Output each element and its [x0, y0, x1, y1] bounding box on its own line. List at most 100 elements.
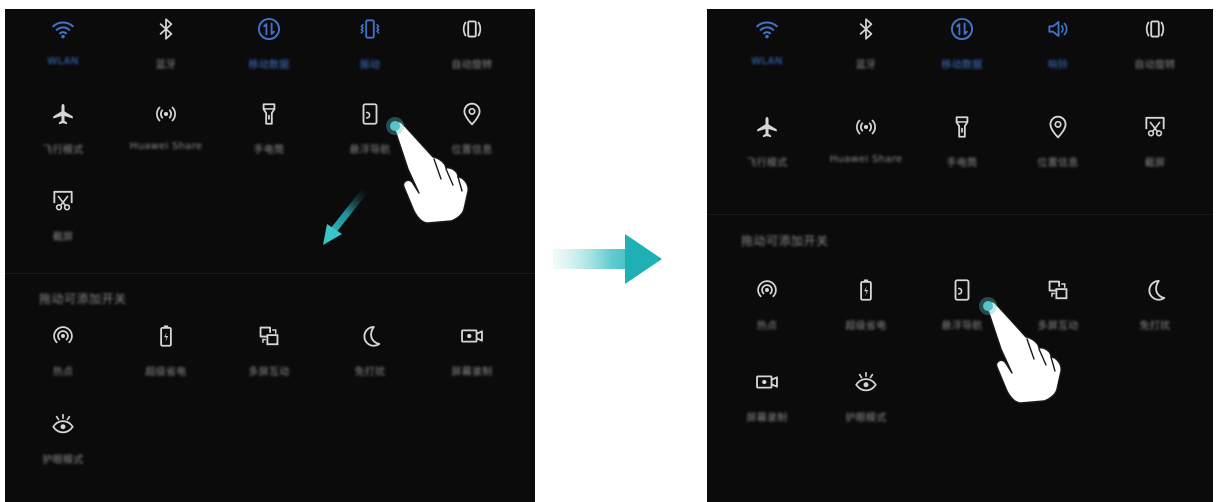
toggle-eye-comfort[interactable]: 护眼模式: [816, 367, 916, 431]
flashlight-icon: [949, 112, 975, 142]
toggle-label: 超级省电: [145, 367, 187, 378]
toggle-vibrate[interactable]: 振动: [320, 14, 420, 78]
toggle-auto-rotate[interactable]: 自动旋转: [422, 14, 522, 78]
toggle-do-not-disturb[interactable]: 免打扰: [1105, 275, 1205, 339]
toggle-airplane-mode[interactable]: 飞行模式: [717, 112, 817, 176]
toggle-label: 飞行模式: [746, 158, 788, 169]
toggle-screen-record[interactable]: 屏幕录制: [717, 367, 817, 431]
toggle-label: 护眼模式: [42, 455, 84, 466]
toggle-label: 自动旋转: [451, 60, 493, 71]
airplane-icon: [754, 112, 780, 142]
toggle-label: 自动旋转: [1134, 60, 1176, 71]
toggle-label: Huawei Share: [829, 154, 903, 165]
do-not-disturb-icon: [1142, 275, 1168, 305]
drag-to-add-title: 拖动可添加开关: [741, 234, 829, 248]
toggle-mobile-data[interactable]: 移动数据: [219, 14, 319, 78]
toggle-label: 免打扰: [1139, 321, 1171, 332]
toggle-bluetooth[interactable]: 蓝牙: [116, 14, 216, 78]
toggle-label: 多屏互动: [248, 367, 290, 378]
toggle-airplane-mode[interactable]: 飞行模式: [13, 99, 113, 163]
section-divider: [5, 273, 535, 274]
huawei-share-icon: [853, 112, 879, 142]
toggle-label: 响铃: [1047, 60, 1069, 71]
airplane-icon: [50, 99, 76, 129]
huawei-share-icon: [153, 99, 179, 129]
quick-settings-panel-before: WLAN 蓝牙 移动数据 振动 自动旋转 飞行模式 Huawei Share 手…: [5, 9, 535, 502]
toggle-label: 移动数据: [248, 60, 290, 71]
toggle-hotspot[interactable]: 热点: [717, 275, 817, 339]
toggle-label: WLAN: [47, 56, 79, 67]
toggle-bluetooth[interactable]: 蓝牙: [816, 14, 916, 78]
toggle-eye-comfort[interactable]: 护眼模式: [13, 409, 113, 473]
toggle-label: 位置信息: [1037, 158, 1079, 169]
screenshot-icon: [1142, 112, 1168, 142]
toggle-power-saving[interactable]: 超级省电: [116, 321, 216, 385]
toggle-floating-dock[interactable]: 悬浮导航: [912, 275, 1012, 339]
toggle-power-saving[interactable]: 超级省电: [816, 275, 916, 339]
toggle-hotspot[interactable]: 热点: [13, 321, 113, 385]
toggle-sound[interactable]: 响铃: [1008, 14, 1108, 78]
location-icon: [459, 99, 485, 129]
toggle-label: 截屏: [52, 232, 74, 243]
right-arrow-icon: [553, 234, 662, 284]
toggle-label: 蓝牙: [855, 60, 877, 71]
toggle-label: 护眼模式: [845, 413, 887, 424]
eye-comfort-icon: [853, 367, 879, 397]
quick-settings-panel-after: WLAN 蓝牙 移动数据 响铃 自动旋转 飞行模式 Huawei Share 手…: [707, 9, 1213, 502]
toggle-label: 悬浮导航: [941, 321, 983, 332]
do-not-disturb-icon: [357, 321, 383, 351]
sound-icon: [1045, 14, 1071, 44]
floating-dock-icon: [357, 99, 383, 129]
toggle-location[interactable]: 位置信息: [422, 99, 522, 163]
toggle-label: 热点: [756, 321, 778, 332]
drag-direction-arrow: [323, 189, 367, 245]
toggle-label: 热点: [52, 367, 74, 378]
auto-rotate-icon: [459, 14, 485, 44]
toggle-label: WLAN: [751, 56, 783, 67]
bluetooth-icon: [153, 14, 179, 44]
toggle-floating-dock[interactable]: 悬浮导航: [320, 99, 420, 163]
toggle-flashlight[interactable]: 手电筒: [912, 112, 1012, 176]
toggle-label: 悬浮导航: [349, 145, 391, 156]
toggle-flashlight[interactable]: 手电筒: [219, 99, 319, 163]
flashlight-icon: [256, 99, 282, 129]
toggle-location[interactable]: 位置信息: [1008, 112, 1108, 176]
power-saving-icon: [153, 321, 179, 351]
auto-rotate-icon: [1142, 14, 1168, 44]
toggle-auto-rotate[interactable]: 自动旋转: [1105, 14, 1205, 78]
multi-screen-icon: [1045, 275, 1071, 305]
toggle-label: 超级省电: [845, 321, 887, 332]
drag-to-add-title: 拖动可添加开关: [39, 292, 127, 306]
toggle-screenshot[interactable]: 截屏: [13, 186, 113, 250]
hotspot-icon: [754, 275, 780, 305]
toggle-label: 蓝牙: [155, 60, 177, 71]
toggle-huawei-share[interactable]: Huawei Share: [116, 99, 216, 163]
toggle-label: 截屏: [1144, 158, 1166, 169]
toggle-label: 屏幕录制: [451, 367, 493, 378]
screen-record-icon: [459, 321, 485, 351]
section-divider: [707, 214, 1213, 215]
eye-comfort-icon: [50, 409, 76, 439]
toggle-screenshot[interactable]: 截屏: [1105, 112, 1205, 176]
toggle-label: 飞行模式: [42, 145, 84, 156]
toggle-do-not-disturb[interactable]: 免打扰: [320, 321, 420, 385]
toggle-screen-record[interactable]: 屏幕录制: [422, 321, 522, 385]
screenshot-icon: [50, 186, 76, 216]
toggle-label: 免打扰: [354, 367, 386, 378]
toggle-label: 屏幕录制: [746, 413, 788, 424]
toggle-label: 振动: [359, 60, 381, 71]
toggle-label: 位置信息: [451, 145, 493, 156]
toggle-multi-screen[interactable]: 多屏互动: [219, 321, 319, 385]
mobile-data-icon: [256, 14, 282, 44]
toggle-wlan[interactable]: WLAN: [13, 14, 113, 78]
toggle-wlan[interactable]: WLAN: [717, 14, 817, 78]
toggle-huawei-share[interactable]: Huawei Share: [816, 112, 916, 176]
toggle-label: 手电筒: [946, 158, 978, 169]
wifi-icon: [754, 14, 780, 44]
power-saving-icon: [853, 275, 879, 305]
bluetooth-icon: [853, 14, 879, 44]
screen-record-icon: [754, 367, 780, 397]
mobile-data-icon: [949, 14, 975, 44]
toggle-mobile-data[interactable]: 移动数据: [912, 14, 1012, 78]
toggle-multi-screen[interactable]: 多屏互动: [1008, 275, 1108, 339]
